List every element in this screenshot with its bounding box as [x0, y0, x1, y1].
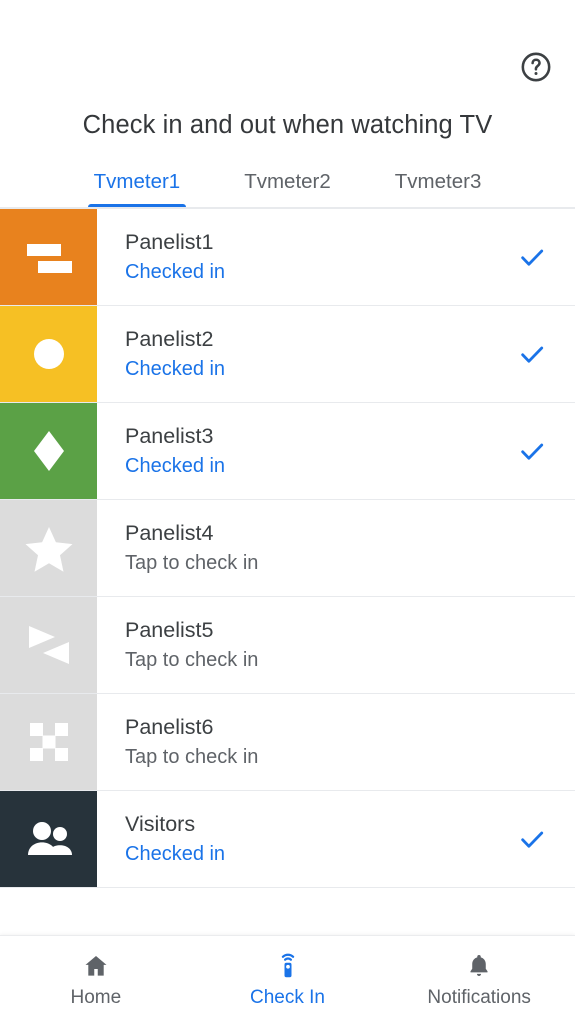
- checkerboard-icon: [29, 723, 68, 761]
- nav-item-check-in[interactable]: Check In: [192, 936, 384, 1021]
- check-status: [489, 597, 575, 693]
- panelist-list: Panelist1 Checked in Panelist2 Checked i…: [0, 208, 575, 888]
- row-text: Panelist5 Tap to check in: [97, 597, 489, 693]
- panelist-name: Panelist3: [125, 423, 214, 448]
- page-title: Check in and out when watching TV: [82, 111, 493, 139]
- table-row[interactable]: Panelist4 Tap to check in: [0, 500, 575, 597]
- check-status[interactable]: [489, 209, 575, 305]
- nav-item-notifications[interactable]: Notifications: [383, 936, 575, 1021]
- panelist-avatar: [0, 791, 97, 887]
- header-bar: [0, 0, 575, 96]
- check-status[interactable]: [489, 791, 575, 887]
- table-row[interactable]: Visitors Checked in: [0, 791, 575, 888]
- panelist-avatar: [0, 209, 97, 305]
- table-row[interactable]: Panelist6 Tap to check in: [0, 694, 575, 791]
- panelist-status: Checked in: [125, 455, 226, 478]
- bell-icon: [465, 950, 493, 980]
- panelist-avatar: [0, 597, 97, 693]
- panelist-status: Tap to check in: [125, 552, 259, 575]
- row-text: Visitors Checked in: [97, 791, 489, 887]
- panelist-name: Panelist1: [125, 229, 214, 254]
- check-status[interactable]: [489, 306, 575, 402]
- nav-label: Check In: [250, 987, 325, 1008]
- nav-item-home[interactable]: Home: [0, 936, 192, 1021]
- two-triangles-icon: [28, 626, 69, 664]
- check-status: [489, 694, 575, 790]
- check-icon: [521, 443, 544, 460]
- tab-tvmeter1[interactable]: Tvmeter1: [86, 169, 189, 209]
- star-icon: [25, 527, 72, 572]
- bottom-navigation: Home Check In Notifications: [0, 935, 575, 1021]
- row-text: Panelist4 Tap to check in: [97, 500, 489, 596]
- table-row[interactable]: Panelist1 Checked in: [0, 209, 575, 306]
- panelist-name: Panelist2: [125, 326, 214, 351]
- row-text: Panelist1 Checked in: [97, 209, 489, 305]
- tab-tvmeter3[interactable]: Tvmeter3: [387, 169, 490, 209]
- home-icon: [82, 950, 110, 980]
- panelist-status: Checked in: [125, 358, 226, 381]
- tab-label: Tvmeter2: [244, 169, 331, 193]
- panelist-name: Panelist4: [125, 520, 214, 545]
- row-text: Panelist6 Tap to check in: [97, 694, 489, 790]
- panelist-status: Tap to check in: [125, 649, 259, 672]
- panelist-avatar: [0, 500, 97, 596]
- panelist-status: Checked in: [125, 261, 226, 284]
- check-status: [489, 500, 575, 596]
- nav-label: Home: [70, 987, 122, 1008]
- table-row[interactable]: Panelist5 Tap to check in: [0, 597, 575, 694]
- tab-label: Tvmeter3: [394, 169, 482, 193]
- panelist-status: Checked in: [125, 843, 226, 866]
- panelist-name: Panelist5: [125, 617, 214, 642]
- panelist-name: Visitors: [125, 811, 196, 836]
- check-icon: [521, 346, 544, 363]
- circle-icon: [33, 339, 64, 369]
- tab-tvmeter2[interactable]: Tvmeter2: [236, 169, 339, 209]
- table-row[interactable]: Panelist3 Checked in: [0, 403, 575, 500]
- table-row[interactable]: Panelist2 Checked in: [0, 306, 575, 403]
- two-bars-icon: [26, 244, 72, 273]
- row-text: Panelist2 Checked in: [97, 306, 489, 402]
- people-icon: [27, 822, 72, 855]
- app-screen: Check in and out when watching TV Tvmete…: [0, 0, 575, 1021]
- panelist-avatar: [0, 694, 97, 790]
- nav-label: Notifications: [427, 987, 531, 1008]
- tab-divider: [0, 207, 575, 208]
- panelist-status: Tap to check in: [125, 746, 259, 769]
- check-icon: [521, 831, 544, 848]
- panelist-name: Panelist6: [125, 714, 214, 739]
- tab-label: Tvmeter1: [93, 169, 181, 193]
- row-text: Panelist3 Checked in: [97, 403, 489, 499]
- check-status[interactable]: [489, 403, 575, 499]
- remote-control-icon: [274, 950, 302, 980]
- help-circle-icon[interactable]: [519, 50, 553, 84]
- tab-bar: Tvmeter1 Tvmeter2 Tvmeter3: [0, 169, 575, 209]
- panelist-avatar: [0, 403, 97, 499]
- diamond-icon: [33, 431, 64, 471]
- check-icon: [521, 249, 544, 266]
- panelist-avatar: [0, 306, 97, 402]
